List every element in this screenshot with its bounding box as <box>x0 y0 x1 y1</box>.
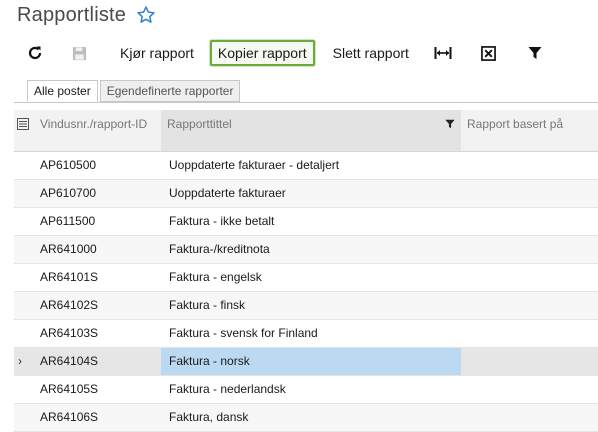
page-title: Rapportliste <box>17 3 127 26</box>
favorite-star-icon[interactable] <box>136 5 156 25</box>
tab-custom-reports[interactable]: Egendefinerte rapporter <box>99 80 241 102</box>
cell-based-on[interactable] <box>461 152 598 179</box>
table-row[interactable]: AR64101S Faktura - engelsk <box>14 264 598 292</box>
cell-based-on[interactable] <box>461 292 598 319</box>
cell-based-on[interactable] <box>461 376 598 403</box>
table-row[interactable]: AR64103S Faktura - svensk for Finland <box>14 320 598 348</box>
cell-report-title[interactable]: Faktura - ikke betalt <box>161 208 461 235</box>
cell-report-title[interactable]: Faktura, dansk <box>161 404 461 431</box>
export-excel-icon[interactable] <box>475 38 503 68</box>
grid-header: Vindusnr./rapport-ID Rapporttittel Rappo… <box>14 110 598 152</box>
column-header-report-title[interactable]: Rapporttittel <box>161 110 461 151</box>
cell-report-id[interactable]: AP610500 <box>34 152 161 179</box>
table-row[interactable]: AR64105S Faktura - nederlandsk <box>14 376 598 404</box>
table-row[interactable]: AR64106S Faktura, dansk <box>14 404 598 432</box>
cell-report-id[interactable]: AP610700 <box>34 180 161 207</box>
copy-report-button[interactable]: Kopier rapport <box>209 40 315 66</box>
run-report-button[interactable]: Kjør rapport <box>114 40 200 66</box>
cell-report-id[interactable]: AR641000 <box>34 236 161 263</box>
cell-report-id[interactable]: AR64105S <box>34 376 161 403</box>
cell-based-on[interactable] <box>461 348 598 375</box>
column-settings-icon[interactable] <box>14 110 34 151</box>
column-header-based-on[interactable]: Rapport basert på <box>461 110 598 151</box>
row-indicator <box>14 320 34 347</box>
tab-all-records[interactable]: Alle poster <box>27 80 98 102</box>
toolbar: Kjør rapport Kopier rapport Slett rappor… <box>20 38 549 68</box>
cell-based-on[interactable] <box>461 180 598 207</box>
column-header-report-id[interactable]: Vindusnr./rapport-ID <box>34 110 161 151</box>
column-header-report-title-label: Rapporttittel <box>167 117 232 131</box>
cell-report-title[interactable]: Faktura - nederlandsk <box>161 376 461 403</box>
refresh-icon[interactable] <box>20 38 50 68</box>
row-indicator <box>14 404 34 431</box>
delete-report-button[interactable]: Slett rapport <box>327 40 415 66</box>
cell-based-on[interactable] <box>461 208 598 235</box>
cell-report-id[interactable]: AR64103S <box>34 320 161 347</box>
row-indicator <box>14 208 34 235</box>
cell-report-title[interactable]: Faktura - svensk for Finland <box>161 320 461 347</box>
tabs-divider <box>14 102 598 103</box>
cell-report-id[interactable]: AR64101S <box>34 264 161 291</box>
cell-report-id[interactable]: AP611500 <box>34 208 161 235</box>
report-grid: Vindusnr./rapport-ID Rapporttittel Rappo… <box>14 110 598 432</box>
row-indicator <box>14 264 34 291</box>
table-row[interactable]: AR64102S Faktura - finsk <box>14 292 598 320</box>
table-row[interactable]: AP610700 Uoppdaterte fakturaer <box>14 180 598 208</box>
cell-report-title[interactable]: Uoppdaterte fakturaer - detaljert <box>161 152 461 179</box>
row-indicator <box>14 376 34 403</box>
row-indicator <box>14 292 34 319</box>
row-indicator <box>14 152 34 179</box>
cell-report-id[interactable]: AR64106S <box>34 404 161 431</box>
save-icon[interactable] <box>64 38 94 68</box>
cell-based-on[interactable] <box>461 320 598 347</box>
table-row[interactable]: AP610500 Uoppdaterte fakturaer - detalje… <box>14 152 598 180</box>
table-row[interactable]: AR641000 Faktura-/kreditnota <box>14 236 598 264</box>
cell-report-title[interactable]: Faktura - finsk <box>161 292 461 319</box>
tab-bar: Alle poster Egendefinerte rapporter <box>27 80 241 103</box>
fit-columns-icon[interactable] <box>429 38 457 68</box>
filter-icon[interactable] <box>521 38 549 68</box>
cell-based-on[interactable] <box>461 264 598 291</box>
table-row[interactable]: AP611500 Faktura - ikke betalt <box>14 208 598 236</box>
row-indicator <box>14 180 34 207</box>
current-row-indicator: › <box>18 354 22 368</box>
cell-report-title[interactable]: Faktura - engelsk <box>161 264 461 291</box>
table-row-current[interactable]: › AR64104S Faktura - norsk <box>14 348 598 376</box>
column-filter-icon[interactable] <box>445 118 455 129</box>
cell-based-on[interactable] <box>461 404 598 431</box>
cell-based-on[interactable] <box>461 236 598 263</box>
row-indicator <box>14 236 34 263</box>
title-bar: Rapportliste <box>17 2 156 28</box>
cell-report-id[interactable]: AR64104S <box>34 348 161 375</box>
cell-report-title[interactable]: Uoppdaterte fakturaer <box>161 180 461 207</box>
cell-report-id[interactable]: AR64102S <box>34 292 161 319</box>
cell-report-title-selected[interactable]: Faktura - norsk <box>161 348 461 375</box>
cell-report-title[interactable]: Faktura-/kreditnota <box>161 236 461 263</box>
